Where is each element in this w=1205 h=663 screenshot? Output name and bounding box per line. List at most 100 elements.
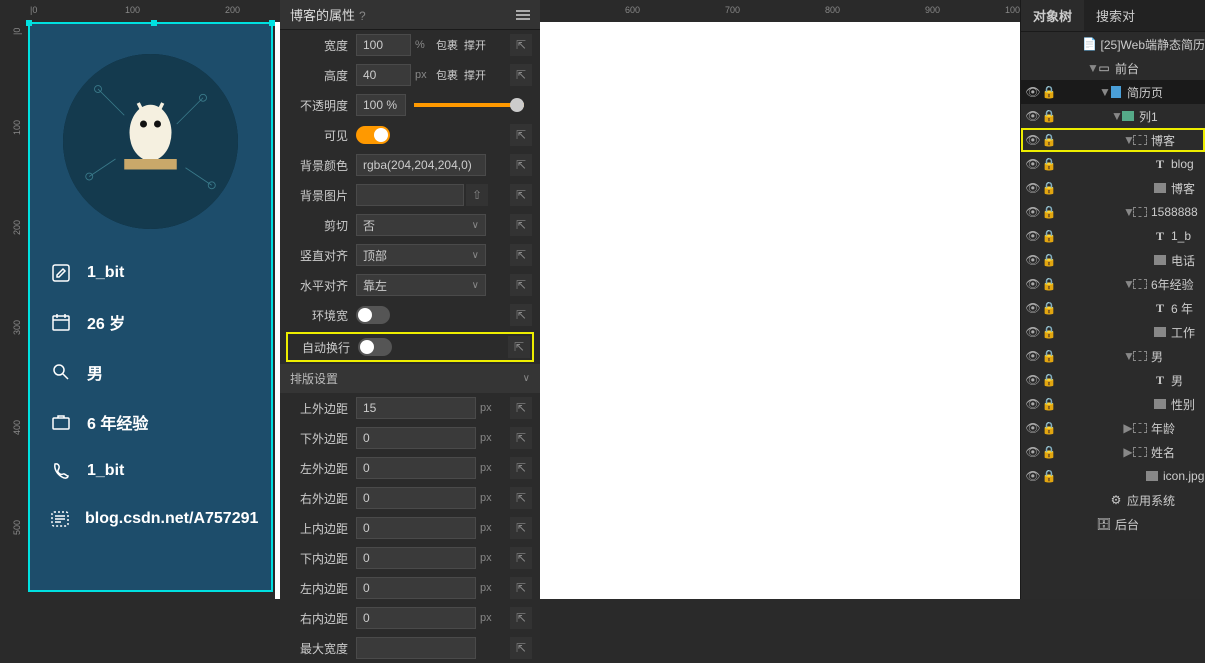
prop-width: 宽度 % 包裹 撑开 ⇱ — [280, 30, 540, 60]
tree-node[interactable]: 👁🔒▶年龄 — [1021, 416, 1205, 440]
visibility-icon[interactable]: 👁 — [1025, 469, 1041, 483]
link-icon[interactable]: ⇱ — [510, 184, 532, 206]
lock-icon[interactable]: 🔒 — [1041, 157, 1057, 171]
lock-icon[interactable]: 🔒 — [1041, 109, 1057, 123]
experience-value: 6 年经验 — [87, 410, 148, 434]
autowrap-toggle[interactable] — [358, 338, 392, 356]
mb-input[interactable] — [356, 427, 476, 449]
visibility-icon[interactable]: 👁 — [1025, 397, 1041, 411]
lock-icon[interactable]: 🔒 — [1041, 181, 1057, 195]
tree-node[interactable]: 👁🔒▼列1 — [1021, 104, 1205, 128]
visibility-icon[interactable]: 👁 — [1025, 421, 1041, 435]
visibility-icon[interactable]: 👁 — [1025, 301, 1041, 315]
tree-node[interactable]: ▼▭前台 — [1021, 56, 1205, 80]
tree-node-label: 电话 — [1171, 252, 1195, 269]
lock-icon[interactable]: 🔒 — [1041, 133, 1057, 147]
tab-search[interactable]: 搜索对 — [1084, 0, 1147, 31]
lock-icon[interactable]: 🔒 — [1041, 325, 1057, 339]
phone-icon — [50, 460, 72, 482]
lock-icon[interactable]: 🔒 — [1041, 373, 1057, 387]
lock-icon[interactable]: 🔒 — [1041, 301, 1057, 315]
link-icon[interactable]: ⇱ — [510, 124, 532, 146]
visibility-icon[interactable]: 👁 — [1025, 229, 1041, 243]
menu-icon[interactable] — [516, 10, 530, 20]
selected-element-sidebar[interactable]: 1_bit 26 岁 男 6 年经验 1_bit blog.csdn.net/A… — [28, 22, 273, 592]
visibility-icon[interactable]: 👁 — [1025, 133, 1041, 147]
pb-input[interactable] — [356, 547, 476, 569]
visibility-icon[interactable]: 👁 — [1025, 325, 1041, 339]
pr-input[interactable] — [356, 607, 476, 629]
visibility-icon[interactable]: 👁 — [1025, 181, 1041, 195]
width-input[interactable] — [356, 34, 411, 56]
tree-node[interactable]: 🗄后台 — [1021, 512, 1205, 536]
tree-node[interactable]: 👁🔒▼6年经验 — [1021, 272, 1205, 296]
bgcolor-input[interactable] — [356, 154, 486, 176]
visibility-icon[interactable]: 👁 — [1025, 349, 1041, 363]
tree-node[interactable]: 👁🔒T1_b — [1021, 224, 1205, 248]
halign-select[interactable]: 靠左∨ — [356, 274, 486, 296]
lock-icon[interactable]: 🔒 — [1041, 349, 1057, 363]
maxw-input[interactable] — [356, 637, 476, 659]
link-icon[interactable]: ⇱ — [510, 154, 532, 176]
link-icon[interactable]: ⇱ — [510, 244, 532, 266]
valign-select[interactable]: 顶部∨ — [356, 244, 486, 266]
tree-node[interactable]: 👁🔒博客 — [1021, 176, 1205, 200]
tree-node[interactable]: 👁🔒▼博客 — [1021, 128, 1205, 152]
tree-node[interactable]: 👁🔒T6 年 — [1021, 296, 1205, 320]
tree-node[interactable]: 👁🔒▼男 — [1021, 344, 1205, 368]
visibility-icon[interactable]: 👁 — [1025, 157, 1041, 171]
visibility-icon[interactable]: 👁 — [1025, 445, 1041, 459]
lock-icon[interactable]: 🔒 — [1041, 85, 1057, 99]
lock-icon[interactable]: 🔒 — [1041, 229, 1057, 243]
lock-icon[interactable]: 🔒 — [1041, 469, 1057, 483]
tree-node[interactable]: 📄[25]Web端静态简历 — [1021, 32, 1205, 56]
visibility-icon[interactable]: 👁 — [1025, 373, 1041, 387]
tree-node[interactable]: 👁🔒▼简历页 — [1021, 80, 1205, 104]
tree-node-label: 应用系统 — [1127, 492, 1175, 509]
lock-icon[interactable]: 🔒 — [1041, 397, 1057, 411]
opacity-slider[interactable] — [414, 103, 524, 107]
link-icon[interactable]: ⇱ — [510, 34, 532, 56]
opacity-input[interactable] — [356, 94, 406, 116]
tree-body[interactable]: 📄[25]Web端静态简历▼▭前台👁🔒▼简历页👁🔒▼列1👁🔒▼博客👁🔒Tblog… — [1021, 32, 1205, 536]
visible-toggle[interactable] — [356, 126, 390, 144]
lock-icon[interactable]: 🔒 — [1041, 205, 1057, 219]
visibility-icon[interactable]: 👁 — [1025, 109, 1041, 123]
height-input[interactable] — [356, 64, 411, 86]
lock-icon[interactable]: 🔒 — [1041, 253, 1057, 267]
visibility-icon[interactable]: 👁 — [1025, 277, 1041, 291]
tree-node[interactable]: ⚙应用系统 — [1021, 488, 1205, 512]
tree-node[interactable]: 👁🔒▶姓名 — [1021, 440, 1205, 464]
lock-icon[interactable]: 🔒 — [1041, 277, 1057, 291]
lock-icon[interactable]: 🔒 — [1041, 421, 1057, 435]
env-toggle[interactable] — [356, 306, 390, 324]
tree-node-label: 性别 — [1171, 396, 1195, 413]
tree-node[interactable]: 👁🔒icon.jpg — [1021, 464, 1205, 488]
link-icon[interactable]: ⇱ — [508, 336, 530, 358]
tree-node[interactable]: 👁🔒工作 — [1021, 320, 1205, 344]
tree-node[interactable]: 👁🔒Tblog — [1021, 152, 1205, 176]
tree-node[interactable]: 👁🔒▼1588888 — [1021, 200, 1205, 224]
help-icon[interactable]: ? — [359, 9, 366, 23]
link-icon[interactable]: ⇱ — [510, 214, 532, 236]
ml-input[interactable] — [356, 457, 476, 479]
clip-select[interactable]: 否∨ — [356, 214, 486, 236]
lock-icon[interactable]: 🔒 — [1041, 445, 1057, 459]
bgimg-input[interactable] — [356, 184, 464, 206]
mr-input[interactable] — [356, 487, 476, 509]
visibility-icon[interactable]: 👁 — [1025, 253, 1041, 267]
visibility-icon[interactable]: 👁 — [1025, 85, 1041, 99]
tree-node[interactable]: 👁🔒 性别 — [1021, 392, 1205, 416]
layout-section-header[interactable]: 排版设置∨ — [280, 364, 540, 393]
tree-node[interactable]: 👁🔒T男 — [1021, 368, 1205, 392]
link-icon[interactable]: ⇱ — [510, 304, 532, 326]
mt-input[interactable] — [356, 397, 476, 419]
link-icon[interactable]: ⇱ — [510, 274, 532, 296]
pt-input[interactable] — [356, 517, 476, 539]
link-icon[interactable]: ⇱ — [510, 64, 532, 86]
upload-icon[interactable]: ⇧ — [466, 184, 488, 206]
tree-node[interactable]: 👁🔒 电话 — [1021, 248, 1205, 272]
visibility-icon[interactable]: 👁 — [1025, 205, 1041, 219]
tab-object-tree[interactable]: 对象树 — [1021, 0, 1084, 31]
pl-input[interactable] — [356, 577, 476, 599]
